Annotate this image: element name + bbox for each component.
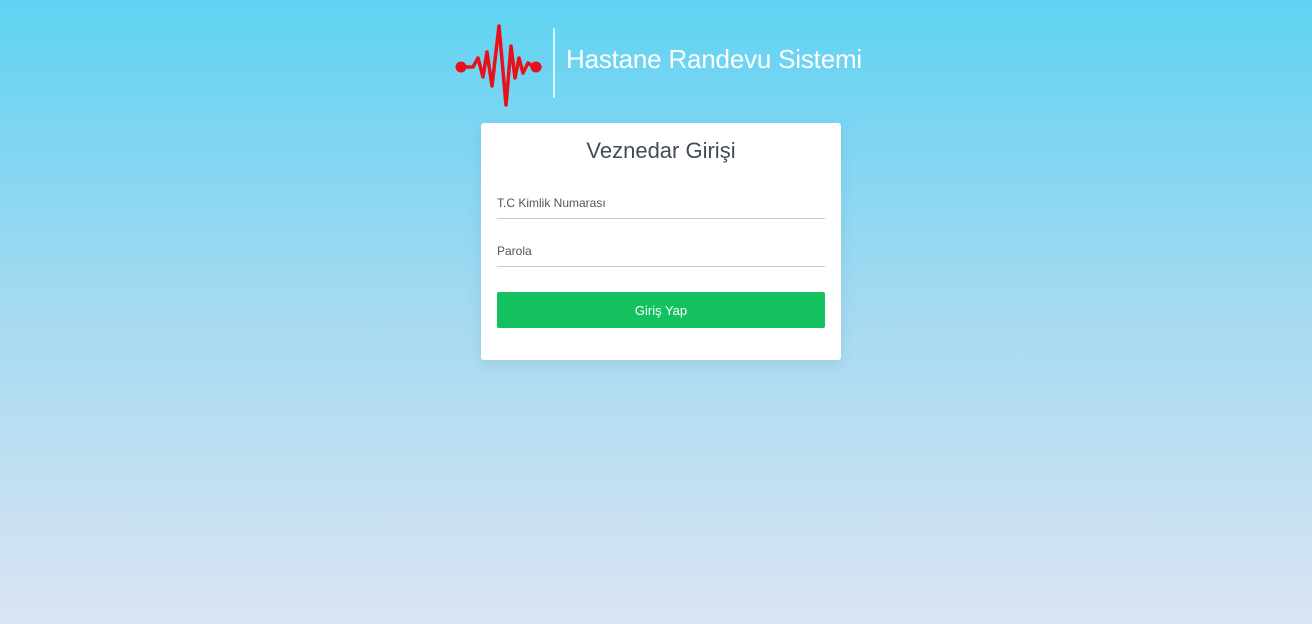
login-title: Veznedar Girişi [586, 138, 736, 163]
logo-divider [553, 28, 555, 98]
login-card: Veznedar Girişi Giriş Yap [481, 123, 841, 360]
login-button[interactable]: Giriş Yap [497, 292, 825, 328]
heartbeat-pulse-icon [455, 24, 542, 107]
password-input[interactable] [497, 235, 825, 267]
brand-title: Hastane Randevu Sistemi [566, 44, 862, 74]
tc-kimlik-input[interactable] [497, 187, 825, 219]
site-logo: Hastane Randevu Sistemi [452, 22, 882, 108]
